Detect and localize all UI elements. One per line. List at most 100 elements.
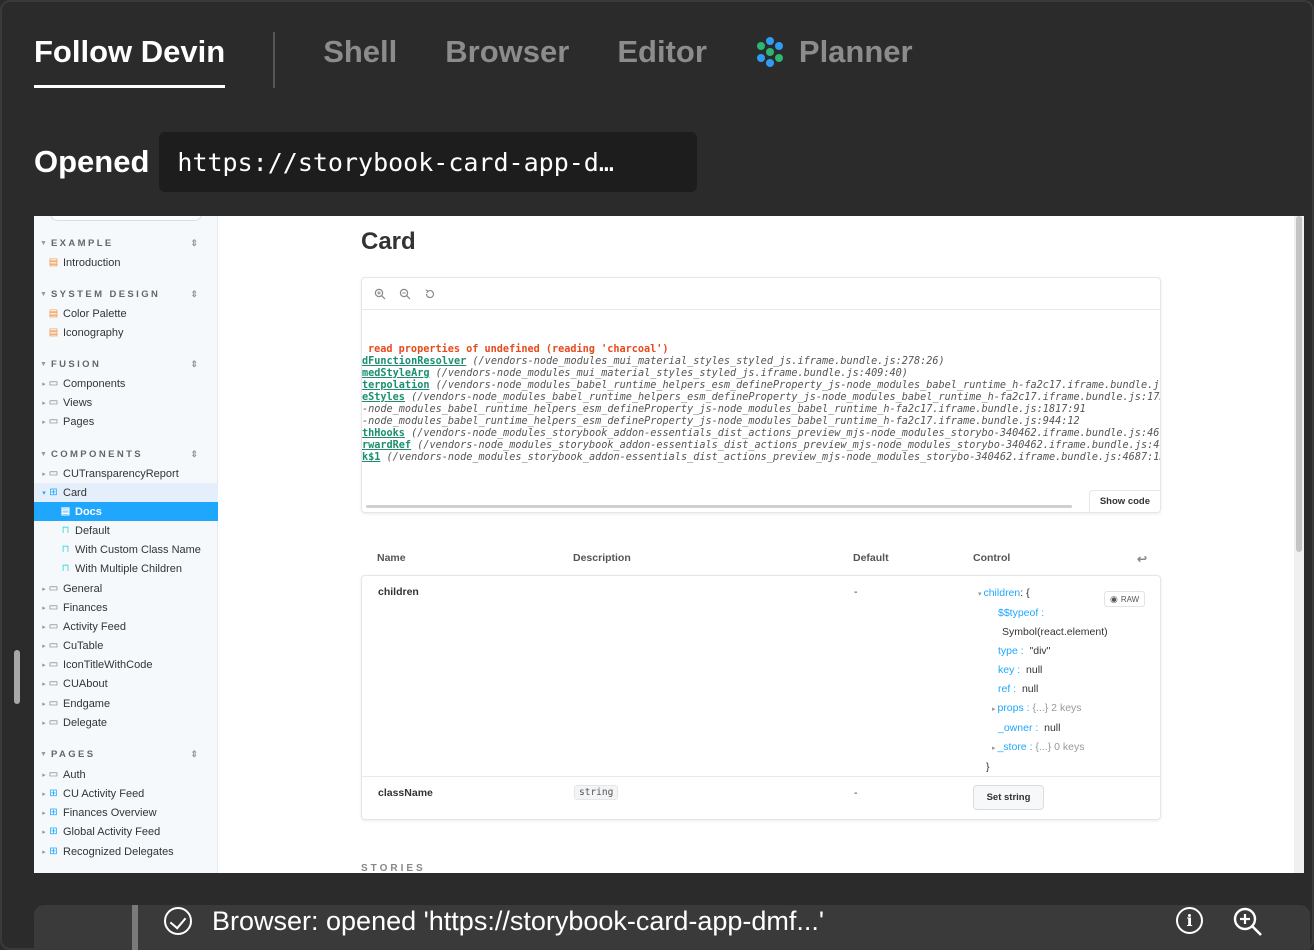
error-stack-trace: read properties of undefined (reading 'c… (362, 344, 1161, 464)
sidebar-item-with-multiple-children[interactable]: ⊓ With Multiple Children (34, 559, 218, 578)
left-scroll-handle[interactable] (14, 650, 20, 704)
json-key: key (998, 664, 1015, 676)
sidebar-item-with-custom-class-name[interactable]: ⊓ With Custom Class Name (34, 540, 218, 559)
json-row: _owner : null (998, 722, 1061, 734)
zoom-reset-icon[interactable] (422, 286, 438, 302)
caret-down-icon: ▼ (40, 750, 47, 758)
sidebar-item-general[interactable]: ▸ ▭ General (34, 579, 218, 598)
sidebar-item-delegate[interactable]: ▸ ▭ Delegate (34, 713, 218, 732)
json-row: } (978, 758, 1108, 777)
sidebar-search-input[interactable] (50, 216, 202, 221)
stack-fn[interactable]: k$1 (362, 452, 380, 463)
section-example[interactable]: ▼ EXAMPLE ⇕ (40, 236, 212, 250)
info-icon[interactable]: i (1176, 907, 1203, 934)
json-value[interactable]: null (1026, 664, 1042, 676)
stack-fn[interactable]: eStyles (362, 392, 405, 403)
sidebar-item-cu-table[interactable]: ▸ ▭ CuTable (34, 636, 218, 655)
component-icon: ⊞ (49, 846, 58, 857)
tab-shell[interactable]: Shell (323, 28, 397, 88)
section-components[interactable]: ▼ COMPONENTS ⇕ (40, 447, 212, 461)
component-icon: ⊞ (49, 788, 58, 799)
expand-collapse-icon[interactable]: ⇕ (190, 359, 198, 370)
sidebar-item-label: Default (75, 524, 110, 537)
page-scrollbar[interactable] (1294, 216, 1304, 873)
json-value[interactable]: null (1044, 722, 1060, 734)
sidebar-item-views[interactable]: ▸ ▭ Views (34, 393, 218, 412)
json-value[interactable]: null (1022, 683, 1038, 695)
stack-fn[interactable]: dFunctionResolver (362, 356, 466, 367)
document-icon: ▤ (48, 257, 59, 268)
sidebar-item-introduction[interactable]: ▤ Introduction (34, 253, 218, 272)
stack-fn[interactable]: terpolation (362, 380, 429, 391)
expand-collapse-icon[interactable]: ⇕ (190, 238, 198, 249)
section-label: PAGES (50, 748, 96, 760)
sidebar-item-iconography[interactable]: ▤ Iconography (34, 323, 218, 342)
arg-default: - (854, 787, 858, 799)
sidebar-item-icon-title-with-code[interactable]: ▸ ▭ IconTitleWithCode (34, 655, 218, 674)
sidebar-item-card[interactable]: ▾ ⊞ Card (34, 483, 218, 502)
sidebar-item-cu-about[interactable]: ▸ ▭ CUAbout (34, 674, 218, 693)
tab-browser[interactable]: Browser (445, 28, 569, 88)
zoom-in-icon[interactable] (1232, 906, 1264, 938)
col-default: Default (853, 552, 889, 564)
tab-follow-devin[interactable]: Follow Devin (34, 28, 226, 88)
reset-controls-icon[interactable]: ↩ (1137, 552, 1147, 566)
section-label: COMPONENTS (50, 448, 144, 460)
json-row: Symbol(react.element) (978, 623, 1108, 642)
caret-down-icon: ▼ (40, 290, 47, 298)
sidebar-item-label: IconTitleWithCode (63, 658, 153, 671)
section-fusion[interactable]: ▼ FUSION ⇕ (40, 357, 212, 371)
caret-down-icon: ▼ (40, 360, 47, 368)
sidebar-item-cu-activity-feed[interactable]: ▸ ⊞ CU Activity Feed (34, 784, 218, 803)
json-row: ▸ props : {...} 2 keys (992, 702, 1082, 714)
stack-line: dFunctionResolver (/vendors-node_modules… (362, 356, 1160, 368)
set-string-button[interactable]: Set string (973, 785, 1044, 810)
json-value[interactable]: "div" (1030, 645, 1051, 657)
stack-fn[interactable]: medStyleArg (362, 368, 429, 379)
expand-collapse-icon[interactable]: ⇕ (190, 749, 198, 760)
sidebar-item-components[interactable]: ▸ ▭ Components (34, 374, 218, 393)
sidebar-item-label: CuTable (63, 639, 104, 652)
stack-path: (/vendors-node_modules_storybook_addon-e… (404, 428, 1161, 439)
tab-editor[interactable]: Editor (617, 28, 707, 88)
sidebar-item-auth[interactable]: ▸ ▭ Auth (34, 765, 218, 784)
section-system-design[interactable]: ▼ SYSTEM DESIGN ⇕ (40, 287, 212, 301)
scrollbar-thumb[interactable] (1296, 216, 1302, 552)
section-pages[interactable]: ▼ PAGES ⇕ (40, 747, 212, 761)
status-accent-bar (132, 905, 138, 950)
json-value[interactable]: Symbol(react.element) (1002, 626, 1108, 638)
opened-url[interactable]: https://storybook-card-app-d… (159, 132, 698, 192)
sidebar-item-finances-overview[interactable]: ▸ ⊞ Finances Overview (34, 803, 218, 822)
folder-icon: ▭ (48, 602, 59, 613)
show-code-button[interactable]: Show code (1088, 490, 1160, 512)
story-preview: read properties of undefined (reading 'c… (361, 277, 1161, 513)
expand-collapse-icon[interactable]: ⇕ (190, 289, 198, 300)
zoom-in-icon[interactable] (372, 286, 388, 302)
expand-collapse-icon[interactable]: ⇕ (190, 449, 198, 460)
sidebar-item-global-activity-feed[interactable]: ▸ ⊞ Global Activity Feed (34, 822, 218, 841)
sidebar-item-docs[interactable]: ▤ Docs (34, 502, 218, 521)
tab-planner[interactable]: Planner (755, 28, 913, 88)
stack-line: eStyles (/vendors-node_modules_babel_run… (362, 392, 1160, 404)
sidebar-item-finances[interactable]: ▸ ▭ Finances (34, 598, 218, 617)
raw-toggle-button[interactable]: ◉ RAW (1104, 591, 1146, 607)
stack-fn[interactable]: thHooks (362, 428, 405, 439)
zoom-out-icon[interactable] (397, 286, 413, 302)
sidebar-item-activity-feed[interactable]: ▸ ▭ Activity Feed (34, 617, 218, 636)
stack-line: terpolation (/vendors-node_modules_babel… (362, 380, 1160, 392)
status-text: Browser: opened 'https://storybook-card-… (212, 906, 825, 936)
component-icon: ⊞ (49, 807, 58, 818)
sidebar-item-cu-transparency-report[interactable]: ▸ ▭ CUTransparencyReport (34, 464, 218, 483)
stack-line: -node_modules_babel_runtime_helpers_esm_… (362, 404, 1160, 416)
sidebar-item-pages[interactable]: ▸ ▭ Pages (34, 412, 218, 431)
stack-fn[interactable]: rwardRef (362, 440, 411, 451)
sidebar-item-label: CU Activity Feed (63, 787, 145, 800)
sidebar-item-color-palette[interactable]: ▤ Color Palette (34, 304, 218, 323)
sidebar-item-recognized-delegates[interactable]: ▸ ⊞ Recognized Delegates (34, 842, 218, 861)
sidebar-item-default[interactable]: ⊓ Default (34, 521, 218, 540)
preview-horizontal-scrollbar[interactable] (366, 505, 1072, 508)
planner-dots-icon (755, 37, 785, 67)
sidebar-item-endgame[interactable]: ▸ ▭ Endgame (34, 694, 218, 713)
object-control[interactable]: ▾ children: { $$typeof : Symbol(react.el… (978, 584, 1108, 777)
folder-icon: ▭ (48, 717, 59, 728)
